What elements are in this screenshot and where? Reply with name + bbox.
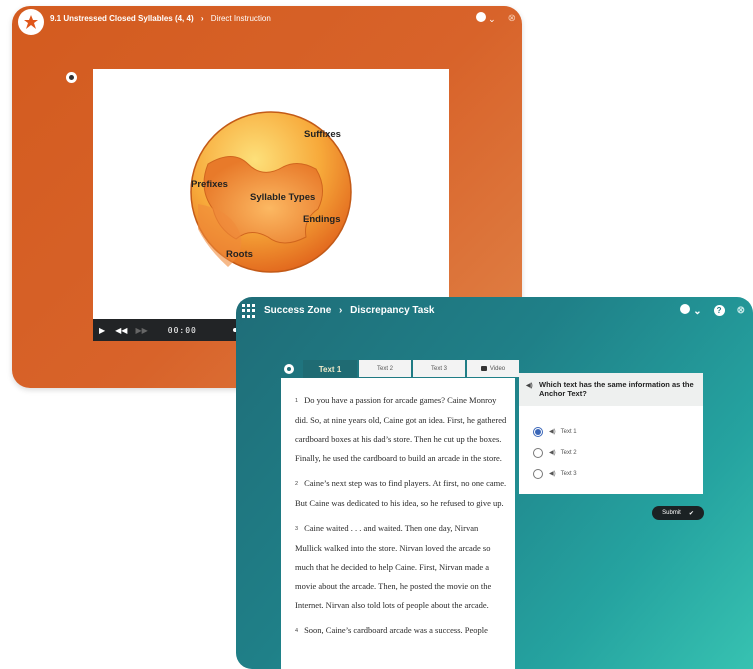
option-text-1[interactable]: ◀) Text 1 — [533, 421, 577, 442]
task-window: Success Zone › Discrepancy Task ⌄ ? ⊗ Te… — [236, 297, 753, 669]
task-toolbar: ⌄ ? ⊗ — [680, 304, 745, 317]
breadcrumb-chevron-icon: › — [200, 14, 204, 23]
paragraph-text: Caine waited . . . and waited. Then one … — [295, 523, 492, 610]
breadcrumb-chevron-icon: › — [339, 305, 343, 316]
paragraph-number: 2 — [295, 481, 299, 487]
paragraph-number: 4 — [295, 628, 299, 634]
breadcrumb-section: Direct Instruction — [210, 14, 271, 23]
tab-label: Video — [489, 365, 506, 372]
tab-label: Text 2 — [376, 365, 393, 372]
breadcrumb: 9.1 Unstressed Closed Syllables (4, 4) ›… — [50, 14, 271, 23]
task-header: Success Zone › Discrepancy Task ⌄ ? ⊗ — [236, 297, 753, 325]
user-icon — [680, 304, 691, 314]
tab-label: Text 3 — [430, 365, 447, 372]
option-text-3[interactable]: ◀) Text 3 — [533, 463, 577, 484]
puzzle-label-endings: Endings — [303, 214, 340, 225]
breadcrumb: Success Zone › Discrepancy Task — [264, 305, 434, 316]
paragraph: 3 Caine waited . . . and waited. Then one… — [295, 519, 507, 615]
submit-label: Submit — [662, 510, 681, 516]
puzzle-label-syllable-types: Syllable Types — [250, 192, 315, 203]
reading-passage[interactable]: 1 Do you have a passion for arcade games?… — [281, 378, 515, 669]
help-icon[interactable]: ? — [713, 305, 725, 316]
app-grid-icon[interactable] — [242, 304, 256, 318]
tab-text-2[interactable]: Text 2 — [359, 360, 411, 377]
option-label: Text 2 — [560, 449, 577, 456]
question-header: ◀) Which text has the same information a… — [519, 373, 703, 406]
submit-button[interactable]: Submit ✔ — [652, 506, 704, 520]
tab-text-1[interactable]: Text 1 — [303, 360, 357, 378]
lesson-toolbar: ⌄ ⊗ — [475, 12, 516, 25]
user-icon — [475, 12, 486, 22]
paragraph-number: 1 — [295, 398, 299, 404]
fast-forward-icon[interactable]: ▶▶ — [135, 326, 147, 335]
answer-options: ◀) Text 1 ◀) Text 2 ◀) Text 3 — [533, 421, 577, 484]
question-card: ◀) Which text has the same information a… — [519, 373, 703, 494]
paragraph-text: Do you have a passion for arcade games? … — [295, 395, 507, 463]
paragraph-number: 3 — [295, 526, 299, 532]
radio-button[interactable] — [533, 426, 543, 437]
breadcrumb-success-zone[interactable]: Success Zone — [264, 305, 331, 316]
paragraph: 2 Caine’s next step was to find players. … — [295, 474, 507, 513]
app-logo-icon[interactable] — [18, 9, 44, 35]
option-label: Text 1 — [560, 428, 577, 435]
paragraph-text: Soon, Caine’s cardboard arcade was a suc… — [304, 625, 488, 635]
text-tabs: Text 1 Text 2 Text 3 Video — [303, 360, 519, 378]
lesson-header: 9.1 Unstressed Closed Syllables (4, 4) ›… — [12, 6, 522, 35]
tab-label: Text 1 — [318, 364, 342, 374]
radio-button[interactable] — [533, 468, 543, 479]
user-menu-button[interactable]: ⌄ — [680, 304, 702, 317]
video-time: 00:00 — [167, 325, 197, 335]
close-icon[interactable]: ⊗ — [508, 13, 516, 24]
rewind-icon[interactable]: ◀◀ — [115, 326, 127, 335]
option-text-2[interactable]: ◀) Text 2 — [533, 442, 577, 463]
puzzle-label-prefixes: Prefixes — [191, 179, 228, 190]
play-icon[interactable]: ▶ — [99, 326, 105, 335]
puzzle-label-suffixes: Suffixes — [304, 129, 341, 140]
option-label: Text 3 — [560, 470, 577, 477]
speaker-icon[interactable]: ◀) — [526, 382, 533, 391]
question-text: Which text has the same information as t… — [539, 380, 694, 398]
back-icon[interactable] — [284, 364, 294, 374]
speaker-icon[interactable]: ◀) — [549, 449, 556, 456]
paragraph-text: Caine’s next step was to find players. A… — [295, 478, 507, 508]
close-icon[interactable]: ⊗ — [737, 305, 745, 316]
back-icon[interactable] — [66, 72, 77, 83]
checkmark-icon: ✔ — [688, 510, 694, 517]
speaker-icon[interactable]: ◀) — [549, 470, 556, 477]
word-parts-puzzle-image: Suffixes Prefixes Syllable Types Endings… — [190, 111, 352, 273]
tab-text-3[interactable]: Text 3 — [413, 360, 465, 377]
breadcrumb-lesson[interactable]: 9.1 Unstressed Closed Syllables (4, 4) — [50, 14, 194, 23]
user-menu-button[interactable]: ⌄ — [475, 12, 496, 25]
speaker-icon[interactable]: ◀) — [549, 428, 556, 435]
radio-button[interactable] — [533, 447, 543, 458]
video-icon — [480, 366, 487, 371]
puzzle-label-roots: Roots — [226, 249, 253, 260]
breadcrumb-task: Discrepancy Task — [350, 305, 435, 316]
tab-video[interactable]: Video — [467, 360, 519, 377]
paragraph: 1 Do you have a passion for arcade games?… — [295, 391, 507, 468]
paragraph: 4 Soon, Caine’s cardboard arcade was a su… — [295, 621, 507, 641]
